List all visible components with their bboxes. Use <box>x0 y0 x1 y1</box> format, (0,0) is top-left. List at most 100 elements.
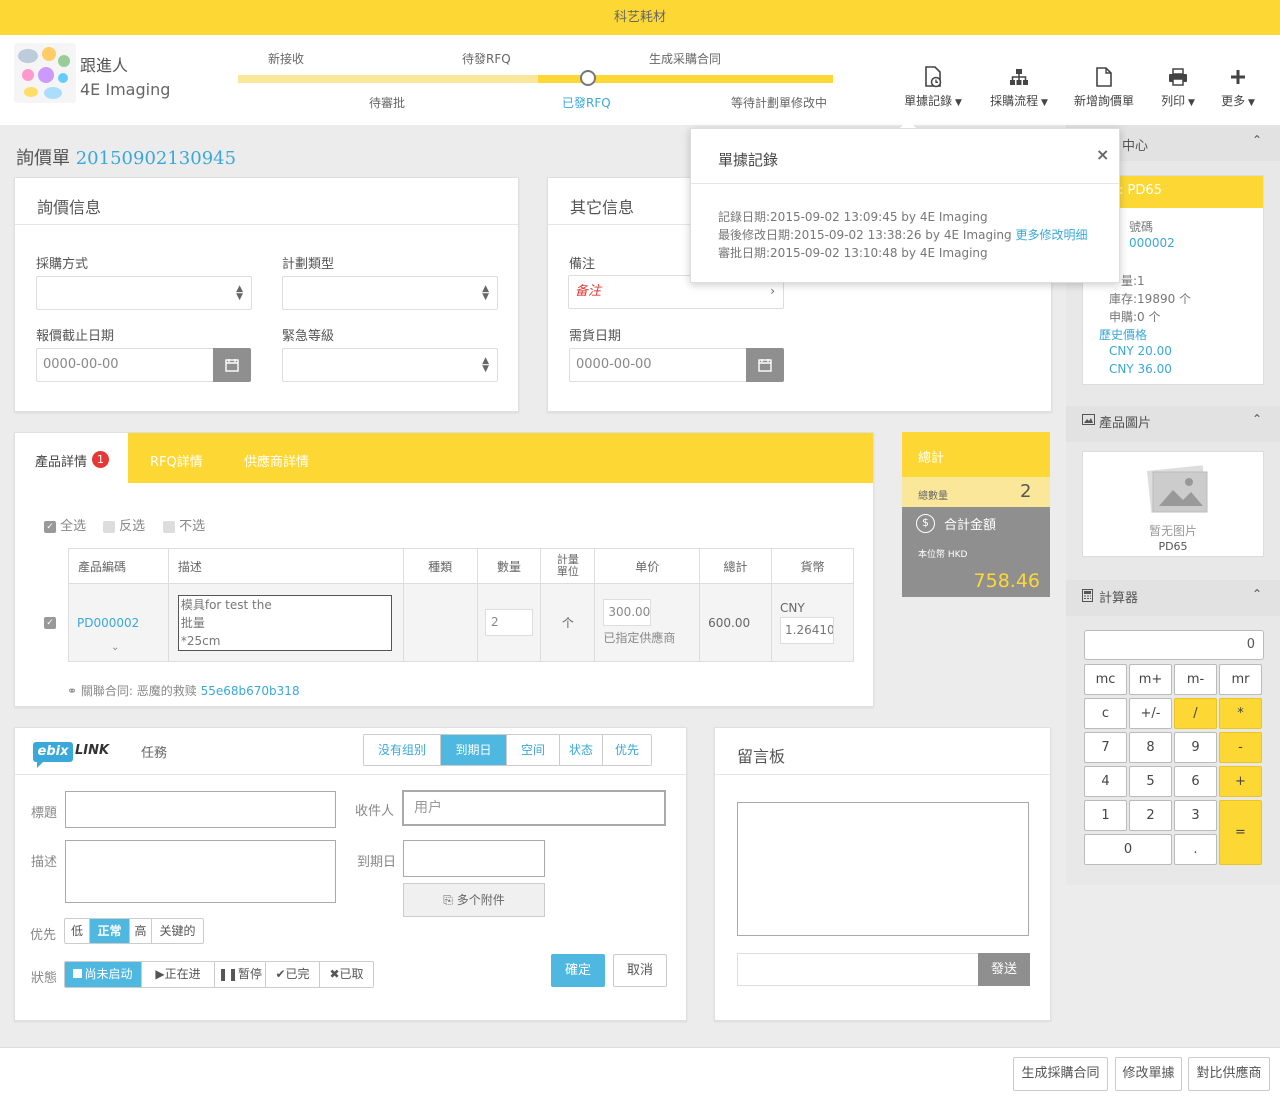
inquiry-info-card: 詢價信息 採購方式 ▲ ▼ 計劃類型 ▲ ▼ 報價截止日期 0000-00-00 緊… <box>14 177 519 412</box>
urgency-select[interactable]: ▲ ▼ <box>282 348 498 382</box>
priority-low[interactable]: 低 <box>65 919 90 943</box>
tab-supplier-details[interactable]: 供應商詳情 <box>244 451 309 470</box>
task-desc-textarea[interactable] <box>65 840 336 903</box>
generate-contract-button[interactable]: 生成採購合同 <box>1013 1057 1108 1091</box>
chevron-up-icon[interactable]: ⌃ <box>1252 133 1262 147</box>
calc-key-plus[interactable]: + <box>1219 766 1262 797</box>
table-row: PD000002 ⌄ 模具for test the 批量 *25cm 2 个 3… <box>68 583 854 662</box>
filter-space[interactable]: 空间 <box>507 735 560 765</box>
step-generate-contract: 生成采購合同 <box>649 52 722 66</box>
status-done[interactable]: ✔已完 <box>266 962 320 987</box>
status-cancelled[interactable]: ✖已取 <box>320 962 373 987</box>
priority-normal[interactable]: 正常 <box>90 919 130 943</box>
row-checkbox[interactable]: ✓ <box>44 615 56 630</box>
purchase-flow-button[interactable]: 採購流程 ▼ <box>985 66 1053 109</box>
message-textarea[interactable] <box>737 802 1029 936</box>
filter-no-group[interactable]: 没有组别 <box>364 735 441 765</box>
calc-key-0[interactable]: 0 <box>1084 834 1172 865</box>
status-not-started[interactable]: 尚未启动 <box>65 962 142 987</box>
product-code-link[interactable]: PD000002 <box>77 616 139 630</box>
calc-key-divide[interactable]: / <box>1174 698 1217 729</box>
select-none-checkbox[interactable]: 不选 <box>163 515 205 534</box>
calc-key-clear[interactable]: c <box>1084 698 1127 729</box>
confirm-button[interactable]: 確定 <box>551 954 605 987</box>
calc-key-mplus[interactable]: m+ <box>1129 664 1172 695</box>
chevron-down-icon[interactable]: ⌄ <box>111 642 119 653</box>
calc-key-mminus[interactable]: m- <box>1174 664 1217 695</box>
calendar-button[interactable] <box>746 348 784 382</box>
calc-key-7[interactable]: 7 <box>1084 732 1127 763</box>
plan-type-select[interactable]: ▲ ▼ <box>282 276 498 310</box>
calc-key-multiply[interactable]: * <box>1219 698 1262 729</box>
filter-due-date[interactable]: 到期日 <box>441 735 507 765</box>
task-title-input[interactable] <box>65 791 336 828</box>
quote-deadline-label: 報價截止日期 <box>36 329 115 344</box>
more-button[interactable]: 更多 ▼ <box>1215 66 1261 109</box>
select-all-checkbox[interactable]: ✓ 全选 <box>44 515 86 534</box>
quote-deadline-input[interactable]: 0000-00-00 <box>36 348 214 382</box>
more-changes-link[interactable]: 更多修改明细 <box>1015 228 1087 242</box>
required-date-input[interactable]: 0000-00-00 <box>569 348 747 382</box>
calc-key-equals[interactable]: = <box>1219 800 1262 865</box>
due-date-input[interactable] <box>403 840 545 877</box>
approve-date: 審批日期:2015-09-02 13:10:48 by 4E Imaging <box>718 246 988 260</box>
print-button[interactable]: 列印 ▼ <box>1155 66 1201 109</box>
line-total: 600.00 <box>699 583 773 662</box>
chevron-up-icon[interactable]: ⌃ <box>1252 412 1262 426</box>
filter-priority[interactable]: 优先 <box>603 735 651 765</box>
filter-status[interactable]: 状态 <box>560 735 603 765</box>
recipient-input[interactable]: 用户 <box>402 790 666 826</box>
calc-key-5[interactable]: 5 <box>1129 766 1172 797</box>
calculator-display[interactable]: 0 <box>1084 630 1264 660</box>
calc-key-minus[interactable]: - <box>1219 732 1262 763</box>
history-price: CNY 36.00 <box>1109 362 1172 376</box>
priority-high[interactable]: 高 <box>130 919 152 943</box>
calc-key-1[interactable]: 1 <box>1084 800 1127 831</box>
calc-key-2[interactable]: 2 <box>1129 800 1172 831</box>
send-button[interactable]: 發送 <box>978 953 1030 986</box>
calc-key-mc[interactable]: mc <box>1084 664 1127 695</box>
calc-key-9[interactable]: 9 <box>1174 732 1217 763</box>
exchange-rate-input[interactable]: 1.26410 <box>780 617 835 644</box>
new-inquiry-button[interactable]: 新增詢價單 <box>1068 66 1140 109</box>
calc-key-decimal[interactable]: . <box>1174 834 1217 865</box>
calendar-button[interactable] <box>213 348 251 382</box>
table-header-row: 產品編碼 描述 種類 數量 計量單位 单价 總計 貨幣 <box>68 548 854 584</box>
compare-suppliers-button[interactable]: 對比供應商 <box>1188 1057 1270 1091</box>
product-image-title: 產品圖片 <box>1099 416 1152 431</box>
calc-key-8[interactable]: 8 <box>1129 732 1172 763</box>
pause-icon: ❚❚ <box>217 967 239 981</box>
calc-key-negate[interactable]: +/- <box>1129 698 1172 729</box>
calc-key-mr[interactable]: mr <box>1219 664 1262 695</box>
records-button[interactable]: 單據記錄 ▼ <box>898 66 968 109</box>
tab-rfq-details[interactable]: RFQ詳情 <box>150 451 203 470</box>
select-arrows-icon: ▲ ▼ <box>236 284 243 302</box>
unit-price-input[interactable]: 300.00 <box>603 599 652 626</box>
close-icon[interactable]: × <box>1096 145 1109 164</box>
invert-selection-checkbox[interactable]: 反选 <box>103 515 145 534</box>
status-paused[interactable]: ❚❚暂停 <box>215 962 266 987</box>
calc-key-3[interactable]: 3 <box>1174 800 1217 831</box>
page-title: 詢價單 20150902130945 <box>16 148 237 169</box>
calc-key-6[interactable]: 6 <box>1174 766 1217 797</box>
total-qty-label: 總數量 <box>918 491 948 502</box>
cancel-button[interactable]: 取消 <box>613 954 667 987</box>
contract-link[interactable]: 55e68b670b318 <box>201 684 300 698</box>
modified-date: 最後修改日期:2015-09-02 13:38:26 by 4E Imaging… <box>718 228 1088 242</box>
company-name: 4E Imaging <box>80 80 171 99</box>
description-textarea[interactable]: 模具for test the 批量 *25cm <box>177 594 392 651</box>
attachments-button[interactable]: ⎘ 多个附件 <box>403 883 545 917</box>
summary-panel: 總計 總數量 2 $ 合計金額 本位幣 HKD 758.46 <box>902 432 1050 597</box>
quantity-input[interactable]: 2 <box>484 609 533 636</box>
message-input[interactable] <box>737 953 979 986</box>
chevron-up-icon[interactable]: ⌃ <box>1252 587 1262 601</box>
status-in-progress[interactable]: ▶正在进 <box>142 962 215 987</box>
purchase-method-select[interactable]: ▲ ▼ <box>36 276 252 310</box>
edit-document-button[interactable]: 修改單據 <box>1115 1057 1182 1091</box>
calc-key-4[interactable]: 4 <box>1084 766 1127 797</box>
message-board-card: 留言板 發送 <box>714 727 1051 1021</box>
product-code-link[interactable]: 000002 <box>1129 236 1175 250</box>
step-pending-rfq: 待發RFQ <box>462 52 511 66</box>
priority-critical[interactable]: 关键的 <box>152 919 203 943</box>
history-price-link[interactable]: 歷史價格 <box>1099 326 1147 343</box>
